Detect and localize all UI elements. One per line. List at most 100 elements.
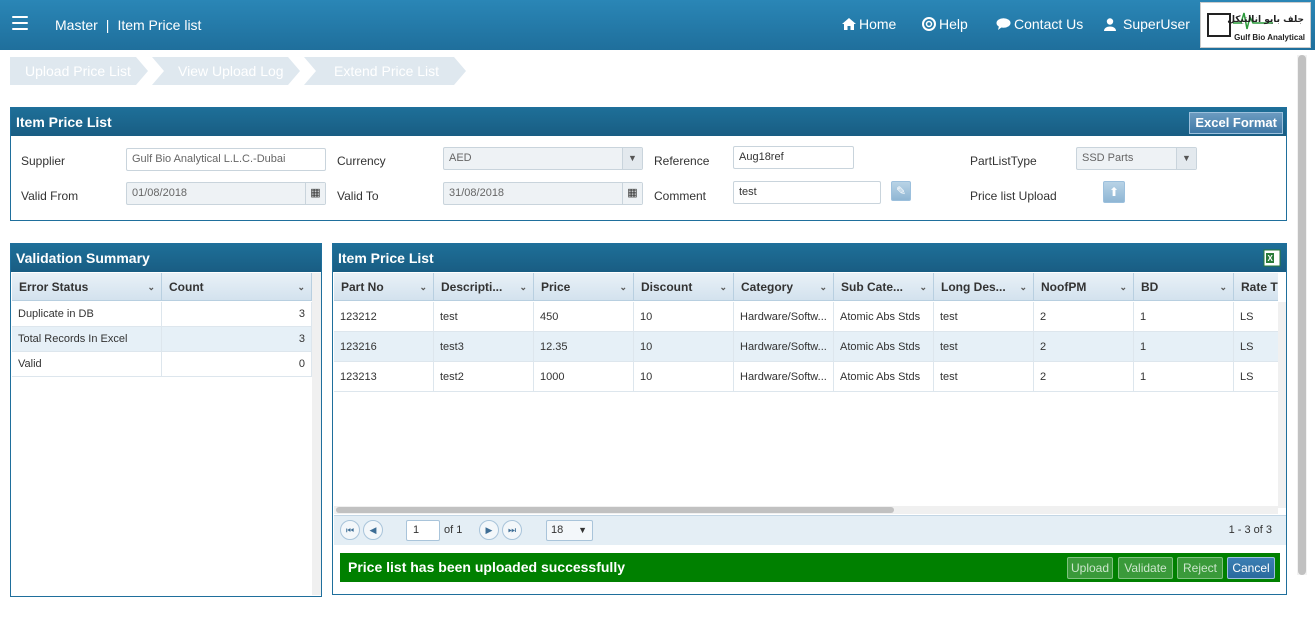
nav-contact[interactable]: Contact Us <box>996 16 1083 32</box>
page-scrollbar[interactable] <box>1297 55 1307 575</box>
page-size-select[interactable]: 18 ▼ <box>546 520 593 541</box>
calendar-icon[interactable]: ▦ <box>305 183 325 204</box>
item-price-list-form: Item Price List Excel Format Supplier Gu… <box>10 107 1287 221</box>
chevron-down-icon[interactable]: ⌄ <box>519 273 527 300</box>
col-description[interactable]: Descripti... ⌄ <box>434 273 534 300</box>
nav-home-label: Home <box>859 16 897 32</box>
step-view-upload-log[interactable]: View Upload Log <box>152 57 300 85</box>
nav-help[interactable]: Help <box>922 16 968 32</box>
nav-home[interactable]: Home <box>842 16 896 32</box>
table-row[interactable]: 123216 test3 12.35 10 Hardware/Softw... … <box>334 332 1278 362</box>
table-row[interactable]: Duplicate in DB 3 <box>12 302 312 327</box>
chevron-down-icon[interactable]: ⌄ <box>297 273 305 301</box>
comment-field[interactable]: test <box>733 181 881 204</box>
col-count[interactable]: Count ⌄ <box>162 273 312 301</box>
edit-pencil-icon[interactable]: ✎ <box>891 181 911 201</box>
table-row[interactable]: Valid 0 <box>12 352 312 377</box>
col-label: Sub Cate... <box>841 280 904 294</box>
chevron-down-icon[interactable]: ⌄ <box>1119 273 1127 300</box>
col-sub-category[interactable]: Sub Cate... ⌄ <box>834 273 934 300</box>
grid-horizontal-scrollbar[interactable] <box>334 506 1278 514</box>
cell-bd: 1 <box>1134 332 1234 361</box>
col-label: Price <box>541 280 571 294</box>
comment-label: Comment <box>654 189 707 203</box>
col-label: Descripti... <box>441 280 503 294</box>
step-upload-price-list[interactable]: Upload Price List <box>10 57 148 85</box>
chevron-down-icon[interactable]: ⌄ <box>819 273 827 300</box>
chevron-down-icon[interactable]: ▼ <box>622 148 642 169</box>
col-rate-type[interactable]: Rate T <box>1234 273 1278 300</box>
reject-button[interactable]: Reject <box>1177 557 1223 579</box>
chevron-down-icon[interactable]: ⌄ <box>619 273 627 300</box>
cell-category: Hardware/Softw... <box>734 332 834 361</box>
chevron-down-icon[interactable]: ⌄ <box>1019 273 1027 300</box>
col-error-status-label: Error Status <box>19 280 89 294</box>
menu-icon[interactable] <box>12 16 28 30</box>
error-status-cell: Total Records In Excel <box>12 327 162 352</box>
col-bd[interactable]: BD ⌄ <box>1134 273 1234 300</box>
cell-rate-type: LS <box>1240 371 1254 383</box>
col-error-status[interactable]: Error Status ⌄ <box>12 273 162 301</box>
cell-discount: 10 <box>634 302 734 331</box>
table-row[interactable]: 123212 test 450 10 Hardware/Softw... Ato… <box>334 302 1278 332</box>
reference-field[interactable]: Aug18ref <box>733 146 854 169</box>
col-category[interactable]: Category ⌄ <box>734 273 834 300</box>
step-extend-price-list[interactable]: Extend Price List <box>304 57 466 85</box>
wizard-steps: Upload Price List View Upload Log Extend… <box>10 57 470 85</box>
breadcrumb-current: Item Price list <box>117 17 202 33</box>
chevron-down-icon[interactable]: ⌄ <box>419 273 427 300</box>
validation-scrollbar[interactable] <box>312 273 321 595</box>
scrollbar-thumb[interactable] <box>1298 55 1306 575</box>
chat-bubble-icon <box>996 18 1011 30</box>
validate-button[interactable]: Validate <box>1118 557 1173 579</box>
cell-part-no: 123216 <box>334 332 434 361</box>
grid-vertical-scrollbar[interactable] <box>1278 302 1286 508</box>
breadcrumb: Master | Item Price list <box>55 17 201 33</box>
breadcrumb-root[interactable]: Master <box>55 17 98 33</box>
partlisttype-select[interactable]: SSD Parts ▼ <box>1076 147 1197 170</box>
nav-user[interactable]: SuperUser <box>1104 16 1190 32</box>
col-label: Rate T <box>1241 280 1278 294</box>
chevron-down-icon[interactable]: ⌄ <box>719 273 727 300</box>
scrollbar-thumb[interactable] <box>336 507 894 513</box>
valid-from-field[interactable]: 01/08/2018 ▦ <box>126 182 326 205</box>
nav-user-label: SuperUser <box>1123 16 1190 32</box>
cell-rate-type: LS <box>1240 311 1254 323</box>
valid-from-label: Valid From <box>21 189 79 203</box>
first-page-icon[interactable]: ⏮ <box>340 520 360 540</box>
excel-format-button[interactable]: Excel Format <box>1189 112 1283 134</box>
col-discount[interactable]: Discount ⌄ <box>634 273 734 300</box>
table-row[interactable]: 123213 test2 1000 10 Hardware/Softw... A… <box>334 362 1278 392</box>
excel-export-icon[interactable]: X <box>1263 249 1281 267</box>
col-part-no[interactable]: Part No ⌄ <box>334 273 434 300</box>
chevron-down-icon[interactable]: ▼ <box>1176 148 1196 169</box>
col-noofpm[interactable]: NoofPM ⌄ <box>1034 273 1134 300</box>
currency-select[interactable]: AED ▼ <box>443 147 643 170</box>
last-page-icon[interactable]: ⏭ <box>502 520 522 540</box>
nav-contact-label: Contact Us <box>1014 16 1084 32</box>
table-row[interactable]: Total Records In Excel 3 <box>12 327 312 352</box>
chevron-down-icon[interactable]: ⌄ <box>919 273 927 300</box>
upload-icon[interactable]: ⬆ <box>1103 181 1125 203</box>
col-long-description[interactable]: Long Des... ⌄ <box>934 273 1034 300</box>
items-grid-header: Part No ⌄ Descripti... ⌄ Price ⌄ Discount ⌄ … <box>334 273 1278 301</box>
cell-description: test <box>434 302 534 331</box>
valid-to-field[interactable]: 31/08/2018 ▦ <box>443 182 643 205</box>
chevron-down-icon[interactable]: ▼ <box>578 521 587 540</box>
prev-page-icon[interactable]: ◀ <box>363 520 383 540</box>
supplier-field[interactable]: Gulf Bio Analytical L.L.C.-Dubai <box>126 148 326 171</box>
cell-price: 1000 <box>534 362 634 391</box>
col-label: NoofPM <box>1041 280 1087 294</box>
form-title-text: Item Price List <box>16 114 112 130</box>
upload-button[interactable]: Upload <box>1067 557 1113 579</box>
next-page-icon[interactable]: ▶ <box>479 520 499 540</box>
cell-long-description: test <box>934 332 1034 361</box>
col-price[interactable]: Price ⌄ <box>534 273 634 300</box>
page-number-input[interactable]: 1 <box>406 520 440 541</box>
cell-long-description: test <box>934 362 1034 391</box>
cancel-button[interactable]: Cancel <box>1227 557 1275 579</box>
chevron-down-icon[interactable]: ⌄ <box>1219 273 1227 300</box>
col-label: Discount <box>641 280 693 294</box>
chevron-down-icon[interactable]: ⌄ <box>147 273 155 301</box>
calendar-icon[interactable]: ▦ <box>622 183 642 204</box>
